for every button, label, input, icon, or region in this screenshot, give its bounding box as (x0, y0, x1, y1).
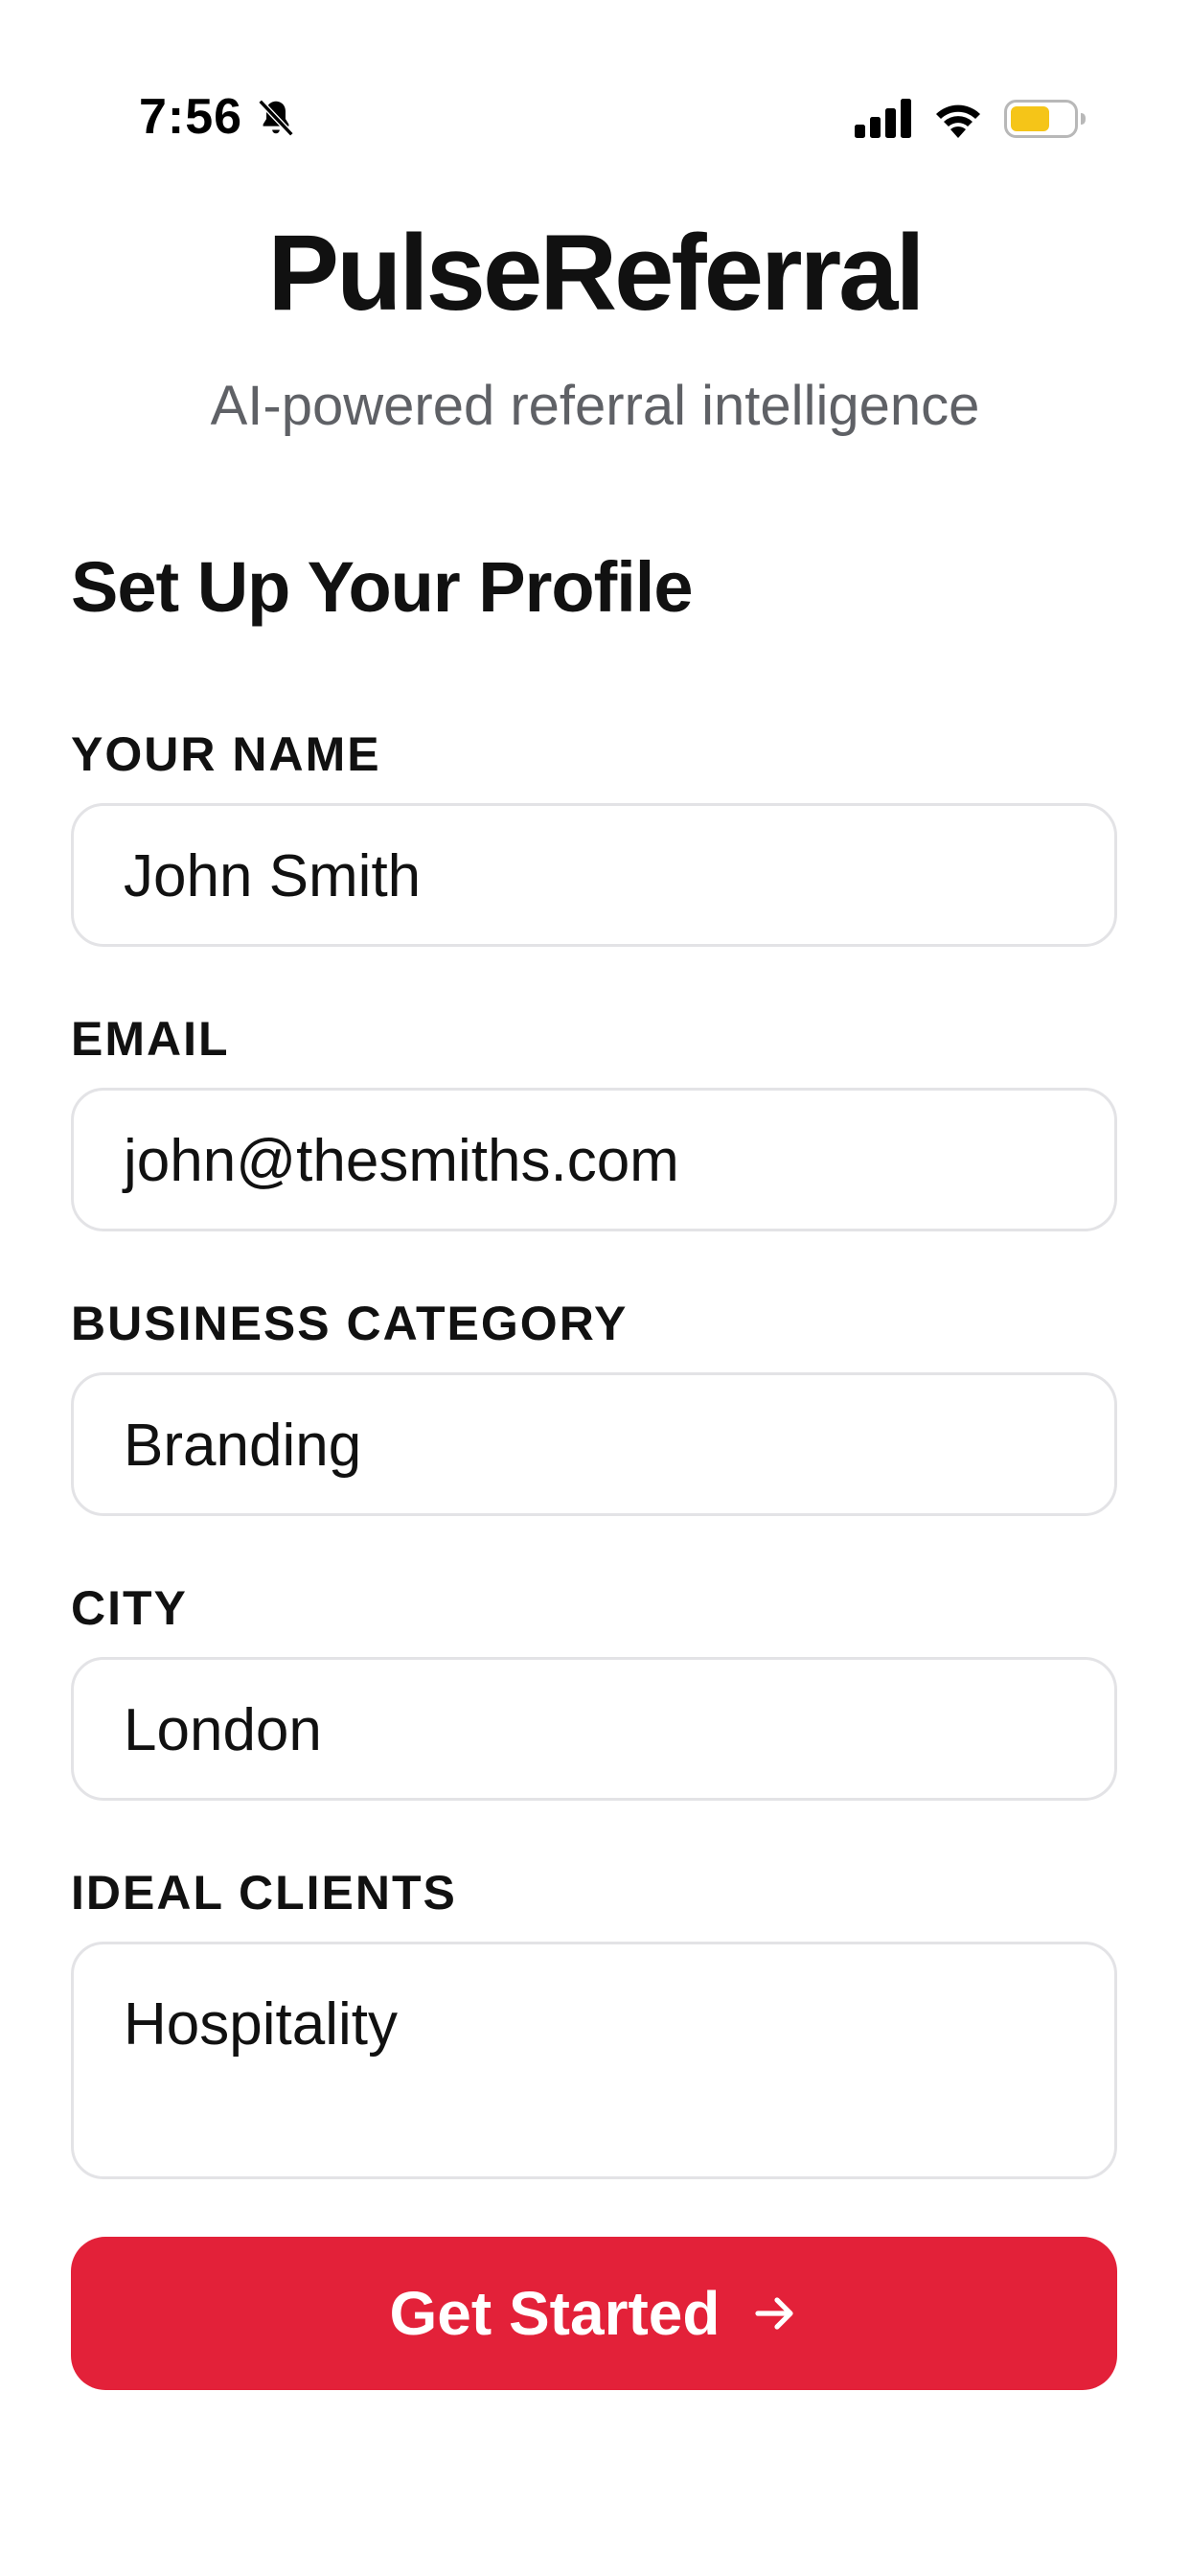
name-label: YOUR NAME (71, 727, 381, 781)
name-value: John Smith (124, 843, 422, 909)
city-field[interactable]: London (71, 1657, 1117, 1801)
email-label: EMAIL (71, 1012, 230, 1066)
ideal-clients-label: IDEAL CLIENTS (71, 1866, 457, 1920)
name-field[interactable]: John Smith (71, 803, 1117, 947)
city-label: CITY (71, 1581, 188, 1635)
section-title: Set Up Your Profile (71, 547, 693, 627)
ideal-clients-value: Hospitality (124, 1991, 398, 2058)
app-subtitle: AI-powered referral intelligence (210, 375, 980, 437)
status-time: 7:56 (139, 89, 243, 145)
signal-icon (855, 99, 911, 138)
email-field[interactable]: john@thesmiths.com (71, 1088, 1117, 1231)
bell-off-icon (258, 99, 294, 137)
business-category-field[interactable]: Branding (71, 1372, 1117, 1516)
business-category-label: BUSINESS CATEGORY (71, 1297, 629, 1350)
email-value: john@thesmiths.com (124, 1128, 679, 1194)
get-started-button[interactable]: Get Started (71, 2237, 1117, 2390)
ideal-clients-textarea[interactable]: Hospitality (71, 1942, 1117, 2179)
get-started-label: Get Started (389, 2279, 721, 2348)
city-value: London (124, 1697, 322, 1763)
status-bar: 7:56 (0, 0, 1190, 145)
wifi-icon (936, 104, 980, 138)
business-category-value: Branding (124, 1413, 362, 1479)
arrow-right-icon (755, 2297, 794, 2330)
battery-icon (1004, 100, 1086, 138)
app-title: PulseReferral (267, 213, 925, 333)
